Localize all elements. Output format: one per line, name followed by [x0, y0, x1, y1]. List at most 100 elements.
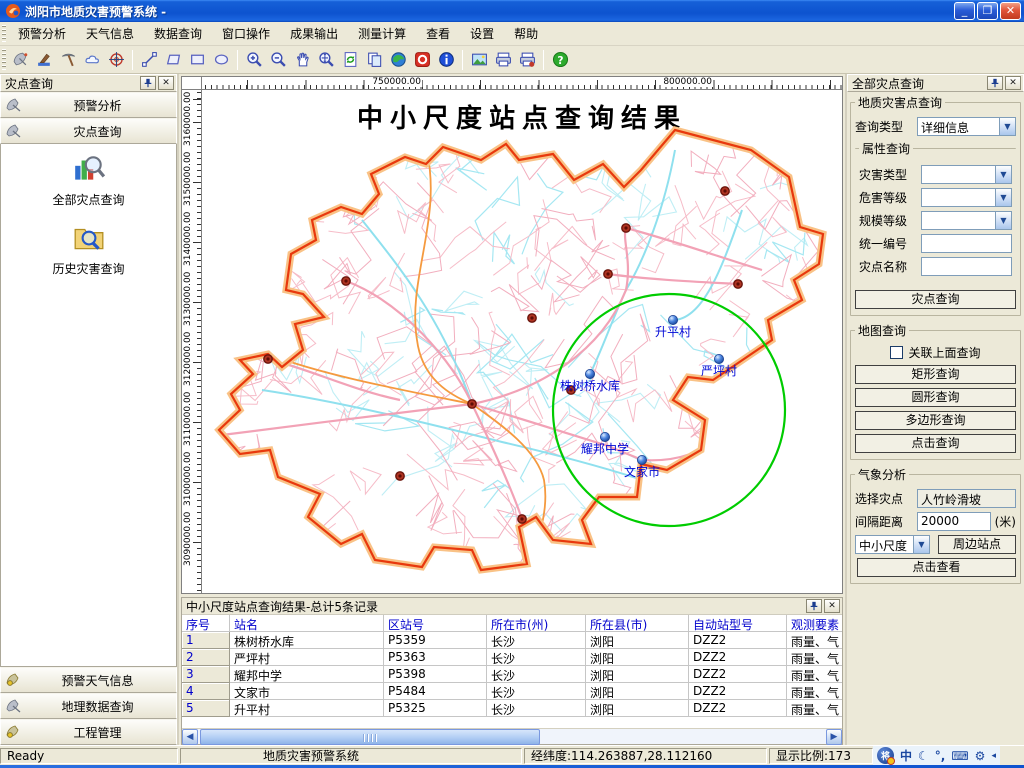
chevron-down-icon[interactable]: ▼ — [995, 212, 1011, 229]
menu-item-9[interactable]: 帮助 — [504, 22, 548, 45]
sidebar-section-disaster-query[interactable]: 灾点查询 — [0, 118, 177, 144]
draw-polygon-button[interactable] — [161, 48, 185, 72]
query-type-combobox[interactable]: 详细信息▼ — [917, 117, 1016, 136]
menu-item-5[interactable]: 成果输出 — [280, 22, 348, 45]
toolbar-grip[interactable] — [2, 49, 6, 70]
draw-ellipse-button[interactable] — [209, 48, 233, 72]
sidebar-section-project-management[interactable]: 工程管理 — [0, 719, 177, 745]
print-button[interactable] — [491, 48, 515, 72]
table-row[interactable]: 2严坪村P5363长沙浏阳DZZ2雨量、气 — [182, 649, 842, 666]
menu-item-6[interactable]: 测量计算 — [348, 22, 416, 45]
copy-map-button[interactable] — [362, 48, 386, 72]
ime-icon[interactable]: 将 — [877, 747, 894, 764]
scrollbar-thumb[interactable] — [200, 729, 540, 745]
click-query-button[interactable]: 点击查询 — [855, 434, 1016, 453]
chevron-down-icon[interactable]: ▼ — [913, 536, 929, 553]
draw-rectangle-button[interactable] — [185, 48, 209, 72]
disaster-point-marker[interactable] — [604, 270, 612, 278]
nearby-stations-button[interactable]: 周边站点 — [938, 535, 1016, 554]
close-button[interactable]: ✕ — [1000, 2, 1021, 20]
station-marker[interactable]: 文家市 — [624, 455, 660, 479]
zoom-out-button[interactable] — [266, 48, 290, 72]
pin-icon[interactable] — [140, 76, 156, 90]
refresh-view-button[interactable] — [338, 48, 362, 72]
menu-item-1[interactable]: 预警分析 — [8, 22, 76, 45]
disaster-point-marker[interactable] — [468, 400, 476, 408]
station-marker[interactable]: 严坪村 — [701, 354, 737, 378]
distance-field[interactable]: 20000 — [917, 512, 991, 531]
scale-combobox[interactable]: 中小尺度▼ — [855, 535, 930, 554]
hazard-level-combobox[interactable]: ▼ — [921, 188, 1012, 207]
locate-target-button[interactable] — [104, 48, 128, 72]
rect-query-button[interactable]: 矩形查询 — [855, 365, 1016, 384]
station-marker[interactable]: 株树桥水库 — [560, 369, 620, 393]
moon-icon[interactable]: ☾ — [918, 749, 929, 763]
sidebar-section-geo-data-query[interactable]: 地理数据查询 — [0, 693, 177, 719]
table-row[interactable]: 4文家市P5484长沙浏阳DZZ2雨量、气 — [182, 683, 842, 700]
disaster-point-marker[interactable] — [622, 224, 630, 232]
pin-icon[interactable] — [806, 599, 822, 613]
column-header[interactable]: 区站号 — [384, 615, 487, 632]
column-header[interactable]: 站名 — [230, 615, 384, 632]
warning-analysis-button[interactable] — [8, 48, 32, 72]
table-row[interactable]: 3耀邦中学P5398长沙浏阳DZZ2雨量、气 — [182, 666, 842, 683]
table-row[interactable]: 5升平村P5325长沙浏阳DZZ2雨量、气 — [182, 700, 842, 717]
column-header[interactable]: 序号 — [182, 615, 230, 632]
column-header[interactable]: 观测要素 — [787, 615, 842, 632]
punctuation-icon[interactable]: °, — [935, 749, 946, 763]
restore-button[interactable]: ❐ — [977, 2, 998, 20]
sidebar-section-warning-analysis[interactable]: 预警分析 — [0, 92, 177, 118]
globe-view-button[interactable] — [386, 48, 410, 72]
disaster-point-marker[interactable] — [342, 277, 350, 285]
chevron-down-icon[interactable]: ▼ — [995, 166, 1011, 183]
scale-level-combobox[interactable]: ▼ — [921, 211, 1012, 230]
minimize-button[interactable]: _ — [954, 2, 975, 20]
scroll-left-icon[interactable]: ◀ — [182, 729, 198, 745]
disaster-point-marker[interactable] — [528, 314, 536, 322]
menu-item-8[interactable]: 设置 — [460, 22, 504, 45]
keyboard-icon[interactable]: ⌨ — [951, 749, 968, 763]
zoom-window-button[interactable] — [314, 48, 338, 72]
column-header[interactable]: 自动站型号 — [689, 615, 787, 632]
stop-button[interactable] — [410, 48, 434, 72]
help-button[interactable]: ? — [548, 48, 572, 72]
table-row[interactable]: 1株树桥水库P5359长沙浏阳DZZ2雨量、气 — [182, 632, 842, 649]
column-header[interactable]: 所在县(市) — [586, 615, 689, 632]
survey-pick-button[interactable] — [56, 48, 80, 72]
polygon-query-button[interactable]: 多边形查询 — [855, 411, 1016, 430]
link-query-checkbox[interactable] — [890, 346, 903, 359]
zoom-in-button[interactable] — [242, 48, 266, 72]
station-marker[interactable]: 升平村 — [655, 315, 691, 339]
sidebar-section-weather-info[interactable]: 预警天气信息 — [0, 667, 177, 693]
selected-point-field[interactable]: 人竹岭滑坡 — [917, 489, 1016, 508]
print-preview-button[interactable] — [515, 48, 539, 72]
click-view-button[interactable]: 点击查看 — [857, 558, 1016, 577]
gear-icon[interactable]: ⚙ — [975, 749, 986, 763]
menu-item-7[interactable]: 查看 — [416, 22, 460, 45]
close-icon[interactable]: ✕ — [824, 599, 840, 613]
circle-query-button[interactable]: 圆形查询 — [855, 388, 1016, 407]
horizontal-scrollbar[interactable]: ◀ ▶ — [182, 728, 842, 744]
menu-item-4[interactable]: 窗口操作 — [212, 22, 280, 45]
export-image-button[interactable] — [467, 48, 491, 72]
info-button[interactable] — [434, 48, 458, 72]
chevron-down-icon[interactable]: ▼ — [995, 189, 1011, 206]
close-icon[interactable]: ✕ — [1005, 76, 1021, 90]
weather-cloud-button[interactable] — [80, 48, 104, 72]
disaster-point-marker[interactable] — [734, 280, 742, 288]
disaster-point-marker[interactable] — [264, 355, 272, 363]
disaster-query-button[interactable]: 灾点查询 — [855, 290, 1016, 309]
disaster-point-marker[interactable] — [721, 187, 729, 195]
point-name-field[interactable] — [921, 257, 1012, 276]
pan-hand-button[interactable] — [290, 48, 314, 72]
disaster-point-marker[interactable] — [396, 472, 404, 480]
sidebar-item-history-query[interactable]: 历史灾害查询 — [34, 221, 144, 276]
close-icon[interactable]: ✕ — [158, 76, 174, 90]
ime-lang-icon[interactable]: 中 — [900, 747, 912, 764]
draw-line-button[interactable] — [137, 48, 161, 72]
disaster-point-marker[interactable] — [518, 515, 526, 523]
tray-collapse-icon[interactable]: ◂ — [991, 751, 996, 761]
pin-icon[interactable] — [987, 76, 1003, 90]
menu-grip[interactable] — [2, 25, 6, 42]
unified-id-field[interactable] — [921, 234, 1012, 253]
